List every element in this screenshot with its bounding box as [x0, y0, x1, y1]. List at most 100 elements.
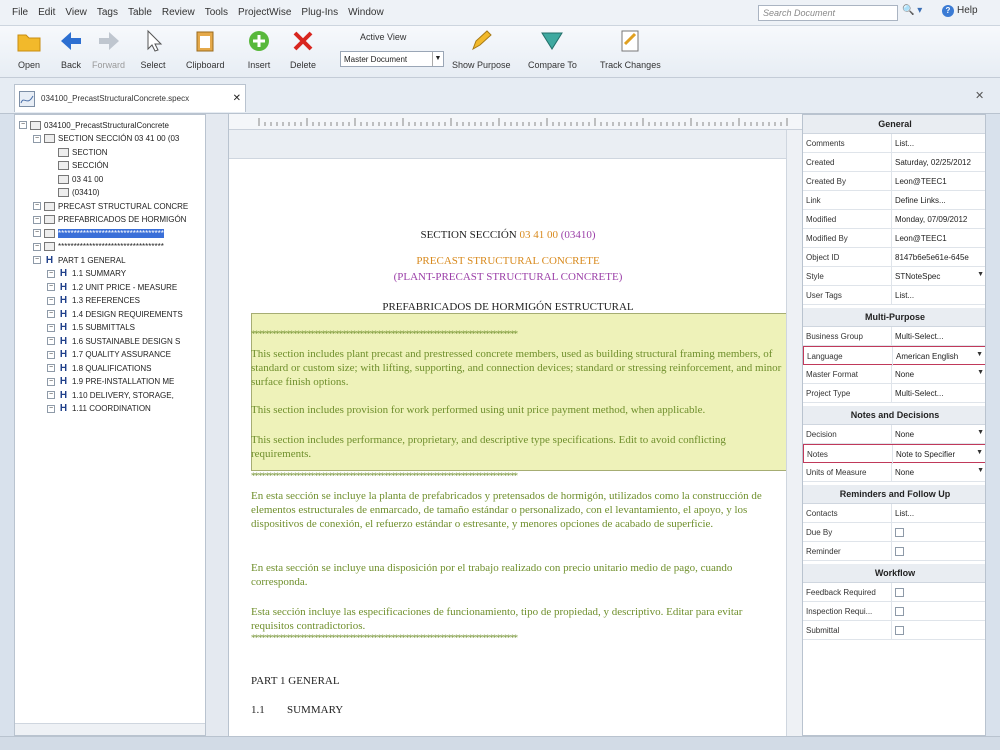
prop-value[interactable]: None: [891, 463, 985, 482]
expand-toggle-icon[interactable]: −: [33, 256, 41, 264]
menu-tools[interactable]: Tools: [205, 7, 228, 18]
tree-node[interactable]: − H 1.6 SUSTAINABLE DESIGN S: [47, 335, 180, 347]
chevron-down-icon[interactable]: ▼: [977, 271, 984, 278]
chevron-down-icon[interactable]: ▼: [977, 467, 984, 474]
prop-value[interactable]: Define Links...: [891, 191, 985, 210]
expand-toggle-icon[interactable]: −: [47, 269, 55, 278]
prop-link[interactable]: Link Define Links...: [803, 191, 985, 210]
tree-node[interactable]: 03 41 00: [47, 173, 103, 185]
prop-value[interactable]: Note to Specifier: [892, 445, 985, 464]
prop-comments[interactable]: Comments List...: [803, 134, 985, 153]
tree-node[interactable]: − 034100_PrecastStructuralConcrete: [19, 119, 169, 131]
expand-toggle-icon[interactable]: −: [47, 283, 55, 291]
prop-value[interactable]: None: [891, 365, 985, 384]
tree-node[interactable]: − H 1.11 COORDINATION: [47, 403, 151, 415]
prop-project-type[interactable]: Project Type Multi-Select...: [803, 384, 985, 403]
menu-plugins[interactable]: Plug-Ins: [301, 7, 338, 18]
menu-table[interactable]: Table: [128, 7, 152, 18]
active-view-select[interactable]: Master Document ▼: [340, 51, 444, 67]
prop-reminder[interactable]: Reminder: [803, 542, 985, 561]
menu-view[interactable]: View: [65, 7, 87, 18]
search-icon[interactable]: 🔍 ▾: [902, 5, 930, 21]
prop-value[interactable]: STNoteSpec: [891, 267, 985, 286]
menu-file[interactable]: File: [12, 7, 28, 18]
expand-toggle-icon[interactable]: −: [47, 404, 55, 413]
prop-value[interactable]: List...: [891, 504, 985, 523]
prop-units[interactable]: Units of Measure None ▼: [803, 463, 985, 482]
tree-horizontal-scrollbar[interactable]: [15, 723, 205, 735]
prop-value[interactable]: Multi-Select...: [891, 384, 985, 403]
tree-node[interactable]: (03410): [47, 187, 100, 199]
chevron-down-icon[interactable]: ▼: [977, 429, 984, 436]
prop-value[interactable]: American English: [892, 347, 985, 366]
tree-node[interactable]: − PREFABRICADOS DE HORMIGÓN: [33, 214, 186, 226]
prop-style[interactable]: Style STNoteSpec ▼: [803, 267, 985, 286]
expand-toggle-icon[interactable]: −: [47, 364, 55, 372]
clipboard-button[interactable]: Clipboard: [186, 28, 225, 70]
pane-splitter[interactable]: [206, 114, 228, 736]
prop-modified-by[interactable]: Modified By Leon@TEEC1: [803, 229, 985, 248]
tree-node[interactable]: − PRECAST STRUCTURAL CONCRE: [33, 200, 188, 212]
prop-decision[interactable]: Decision None ▼: [803, 425, 985, 444]
menu-projectwise[interactable]: ProjectWise: [238, 7, 291, 18]
tree-node[interactable]: SECTION: [47, 146, 108, 158]
chevron-down-icon[interactable]: ▼: [977, 369, 984, 376]
inspection-checkbox[interactable]: [895, 607, 904, 616]
prop-submittal[interactable]: Submittal: [803, 621, 985, 640]
expand-toggle-icon[interactable]: −: [47, 337, 55, 345]
tree-node[interactable]: − H PART 1 GENERAL: [33, 254, 126, 266]
prop-value[interactable]: List...: [891, 286, 985, 305]
insert-button[interactable]: Insert: [246, 28, 272, 70]
tree-node[interactable]: − H 1.5 SUBMITTALS: [47, 322, 135, 334]
prop-due-by[interactable]: Due By: [803, 523, 985, 542]
feedback-checkbox[interactable]: [895, 588, 904, 597]
track-changes-button[interactable]: Track Changes: [600, 28, 661, 70]
tree-node[interactable]: − SECTION SECCIÓN 03 41 00 (03: [33, 133, 179, 145]
delete-button[interactable]: Delete: [290, 28, 316, 70]
tree-node[interactable]: − **********************************: [33, 227, 164, 239]
group-workflow[interactable]: Workflow: [803, 564, 985, 583]
help-button[interactable]: ? Help: [942, 5, 978, 17]
expand-toggle-icon[interactable]: −: [47, 310, 55, 318]
tree-node[interactable]: SECCIÓN: [47, 160, 108, 172]
expand-toggle-icon[interactable]: −: [33, 215, 41, 224]
tree-node[interactable]: − H 1.1 SUMMARY: [47, 268, 126, 280]
group-multi-purpose[interactable]: Multi-Purpose: [803, 308, 985, 327]
prop-created[interactable]: Created Saturday, 02/25/2012: [803, 153, 985, 172]
tree-node[interactable]: − H 1.7 QUALITY ASSURANCE: [47, 349, 171, 361]
select-button[interactable]: Select: [140, 28, 166, 70]
open-button[interactable]: Open: [16, 28, 42, 70]
prop-business-group[interactable]: Business Group Multi-Select...: [803, 327, 985, 346]
group-general[interactable]: General: [803, 115, 985, 134]
tree-node[interactable]: − H 1.4 DESIGN REQUIREMENTS: [47, 308, 183, 320]
prop-notes[interactable]: Notes Note to Specifier ▼: [803, 444, 985, 464]
tree-node[interactable]: − H 1.8 QUALIFICATIONS: [47, 362, 151, 374]
tree-node[interactable]: − H 1.3 REFERENCES: [47, 295, 140, 307]
prop-value[interactable]: Multi-Select...: [891, 327, 985, 346]
prop-feedback[interactable]: Feedback Required: [803, 583, 985, 602]
tree-node[interactable]: − H 1.10 DELIVERY, STORAGE,: [47, 389, 174, 401]
prop-value[interactable]: None: [891, 425, 985, 444]
expand-toggle-icon[interactable]: −: [47, 323, 55, 332]
expand-toggle-icon[interactable]: −: [33, 229, 41, 237]
editor-vertical-scrollbar[interactable]: [786, 130, 802, 736]
prop-value[interactable]: List...: [891, 134, 985, 153]
expand-toggle-icon[interactable]: −: [19, 121, 27, 129]
chevron-down-icon[interactable]: ▼: [976, 351, 983, 358]
prop-contacts[interactable]: Contacts List...: [803, 504, 985, 523]
expand-toggle-icon[interactable]: −: [47, 377, 55, 386]
expand-toggle-icon[interactable]: −: [33, 202, 41, 210]
prop-created-by[interactable]: Created By Leon@TEEC1: [803, 172, 985, 191]
expand-toggle-icon[interactable]: −: [33, 242, 41, 251]
prop-object-id[interactable]: Object ID 8147b6e5e61e-645e: [803, 248, 985, 267]
tree-node[interactable]: − H 1.9 PRE-INSTALLATION ME: [47, 376, 174, 388]
menu-edit[interactable]: Edit: [38, 7, 55, 18]
submittal-checkbox[interactable]: [895, 626, 904, 635]
chevron-down-icon[interactable]: ▼: [976, 449, 983, 456]
search-input[interactable]: Search Document: [758, 5, 898, 21]
menu-window[interactable]: Window: [348, 7, 384, 18]
due-by-checkbox[interactable]: [895, 528, 904, 537]
expand-toggle-icon[interactable]: −: [47, 296, 55, 305]
compare-to-button[interactable]: Compare To: [528, 28, 577, 70]
group-reminders[interactable]: Reminders and Follow Up: [803, 485, 985, 504]
